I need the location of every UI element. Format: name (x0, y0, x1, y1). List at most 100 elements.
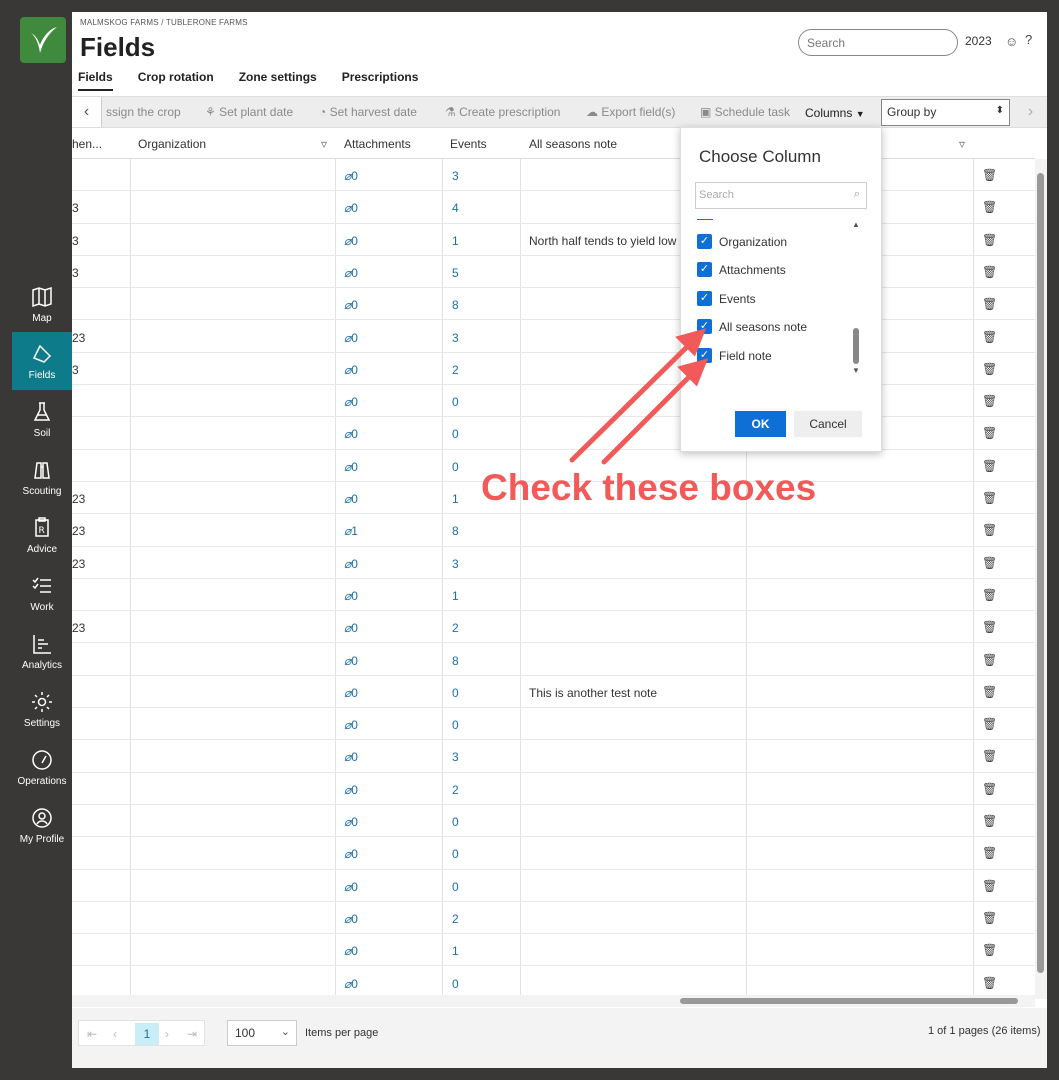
attachments-cell[interactable]: ⌀0 (344, 912, 358, 926)
toolbar-scroll-right-button[interactable]: › (1014, 97, 1047, 127)
trash-icon[interactable]: 🗑 (982, 523, 997, 537)
app-logo[interactable] (20, 17, 66, 63)
events-cell[interactable]: 2 (452, 912, 459, 926)
table-row[interactable]: 23 ⌀0 3 🗑 (72, 321, 1035, 353)
events-cell[interactable]: 3 (452, 557, 459, 571)
table-row[interactable]: ⌀0 3 🗑 (72, 740, 1035, 773)
attachments-cell[interactable]: ⌀0 (344, 266, 358, 280)
table-row[interactable]: 3 ⌀0 4 🗑 (72, 191, 1035, 224)
trash-icon[interactable]: 🗑 (982, 782, 997, 796)
trash-icon[interactable]: 🗑 (982, 911, 997, 925)
attachments-cell[interactable]: ⌀0 (344, 427, 358, 441)
events-cell[interactable]: 4 (452, 201, 459, 215)
scroll-up-icon[interactable]: ▲ (852, 220, 860, 229)
attachments-cell[interactable]: ⌀0 (344, 589, 358, 603)
list-scrollbar[interactable]: ▲ ▼ (852, 220, 862, 380)
smile-icon[interactable]: ☺ (1005, 34, 1018, 49)
table-row[interactable]: ⌀0 0 🗑 (72, 967, 1035, 999)
tab-fields[interactable]: Fields (78, 70, 113, 91)
attachments-cell[interactable]: ⌀0 (344, 944, 358, 958)
search-input[interactable]: Search (798, 29, 958, 56)
previous-page-icon[interactable]: ‹ (113, 1027, 117, 1041)
breadcrumb[interactable]: MALMSKOG FARMS / TUBLERONE FARMS (80, 18, 248, 27)
trash-icon[interactable]: 🗑 (982, 426, 997, 440)
table-row[interactable]: ⌀0 3 🗑 (72, 159, 1035, 192)
scrollbar-thumb[interactable] (853, 328, 859, 364)
last-page-icon[interactable]: ⇥ (187, 1027, 197, 1041)
table-row[interactable]: ⌀0 8 🗑 (72, 288, 1035, 321)
trash-icon[interactable]: 🗑 (982, 976, 997, 990)
attachments-cell[interactable]: ⌀0 (344, 298, 358, 312)
trash-icon[interactable]: 🗑 (982, 846, 997, 860)
column-header-organization[interactable]: Organization (138, 137, 206, 151)
checkbox-checked-icon[interactable]: ✓ (697, 319, 712, 334)
trash-icon[interactable]: 🗑 (982, 491, 997, 505)
checkbox-checked-icon[interactable]: ✓ (697, 262, 712, 277)
events-cell[interactable]: 0 (452, 460, 459, 474)
set-plant-date-button[interactable]: ⚘ Set plant date (205, 105, 293, 119)
schedule-task-button[interactable]: ▣ Schedule task (700, 105, 790, 119)
help-icon[interactable]: ? (1025, 32, 1032, 47)
trash-icon[interactable]: 🗑 (982, 685, 997, 699)
nav-item-scouting[interactable]: Scouting (12, 448, 72, 506)
events-cell[interactable]: 0 (452, 815, 459, 829)
events-cell[interactable]: 3 (452, 331, 459, 345)
trash-icon[interactable]: 🗑 (982, 168, 997, 182)
column-header-truncated[interactable]: hen... (72, 137, 102, 151)
nav-item-my-profile[interactable]: My Profile (12, 796, 72, 854)
set-harvest-date-button[interactable]: ◔ Set harvest date (319, 105, 417, 119)
horizontal-scrollbar[interactable] (72, 995, 1035, 1007)
trash-icon[interactable]: 🗑 (982, 749, 997, 763)
table-row[interactable]: ⌀0 0 This is another test note 🗑 (72, 676, 1035, 709)
nav-item-analytics[interactable]: Analytics (12, 622, 72, 680)
events-cell[interactable]: 5 (452, 266, 459, 280)
attachments-cell[interactable]: ⌀0 (344, 201, 358, 215)
table-row[interactable]: ⌀0 0 🗑 (72, 708, 1035, 741)
tab-crop-rotation[interactable]: Crop rotation (138, 70, 214, 91)
columns-button[interactable]: Columns ▼ (805, 106, 865, 120)
trash-icon[interactable]: 🗑 (982, 394, 997, 408)
attachments-cell[interactable]: ⌀0 (344, 234, 358, 248)
nav-item-fields[interactable]: Fields (12, 332, 72, 390)
first-page-icon[interactable]: ⇤ (87, 1027, 97, 1041)
attachments-cell[interactable]: ⌀0 (344, 718, 358, 732)
attachments-cell[interactable]: ⌀0 (344, 557, 358, 571)
attachments-cell[interactable]: ⌀0 (344, 815, 358, 829)
table-row[interactable]: 23 ⌀1 8 🗑 (72, 514, 1035, 547)
filter-icon[interactable]: ▿ (959, 137, 965, 151)
next-page-icon[interactable]: › (165, 1027, 169, 1041)
trash-icon[interactable]: 🗑 (982, 265, 997, 279)
events-cell[interactable]: 0 (452, 718, 459, 732)
tab-zone-settings[interactable]: Zone settings (239, 70, 317, 91)
cancel-button[interactable]: Cancel (794, 411, 862, 437)
trash-icon[interactable]: 🗑 (982, 943, 997, 957)
attachments-cell[interactable]: ⌀0 (344, 460, 358, 474)
table-row[interactable]: ⌀0 0 🗑 (72, 837, 1035, 870)
events-cell[interactable]: 1 (452, 944, 459, 958)
events-cell[interactable]: 1 (452, 234, 459, 248)
assign-crop-button[interactable]: ssign the crop (106, 105, 181, 119)
attachments-cell[interactable]: ⌀0 (344, 977, 358, 991)
attachments-cell[interactable]: ⌀0 (344, 847, 358, 861)
events-cell[interactable]: 0 (452, 977, 459, 991)
trash-icon[interactable]: 🗑 (982, 200, 997, 214)
items-per-page-select[interactable]: 100 ⌄ (227, 1020, 297, 1046)
trash-icon[interactable]: 🗑 (982, 814, 997, 828)
ok-button[interactable]: OK (735, 411, 786, 437)
scroll-down-icon[interactable]: ▼ (852, 366, 860, 375)
vertical-scrollbar[interactable] (1035, 159, 1047, 999)
attachments-cell[interactable]: ⌀0 (344, 331, 358, 345)
table-row[interactable]: 23 ⌀0 3 🗑 (72, 547, 1035, 579)
attachments-cell[interactable]: ⌀0 (344, 783, 358, 797)
nav-item-work[interactable]: Work (12, 564, 72, 622)
nav-item-map[interactable]: Map (12, 275, 72, 333)
scrollbar-thumb[interactable] (1037, 173, 1044, 973)
export-fields-button[interactable]: ☁ Export field(s) (586, 105, 675, 119)
table-row[interactable]: 3 ⌀0 5 🗑 (72, 256, 1035, 289)
events-cell[interactable]: 8 (452, 298, 459, 312)
attachments-cell[interactable]: ⌀0 (344, 750, 358, 764)
events-cell[interactable]: 0 (452, 686, 459, 700)
table-row[interactable]: ⌀0 2 🗑 (72, 902, 1035, 935)
table-row[interactable]: 23 ⌀0 2 🗑 (72, 611, 1035, 644)
trash-icon[interactable]: 🗑 (982, 233, 997, 247)
